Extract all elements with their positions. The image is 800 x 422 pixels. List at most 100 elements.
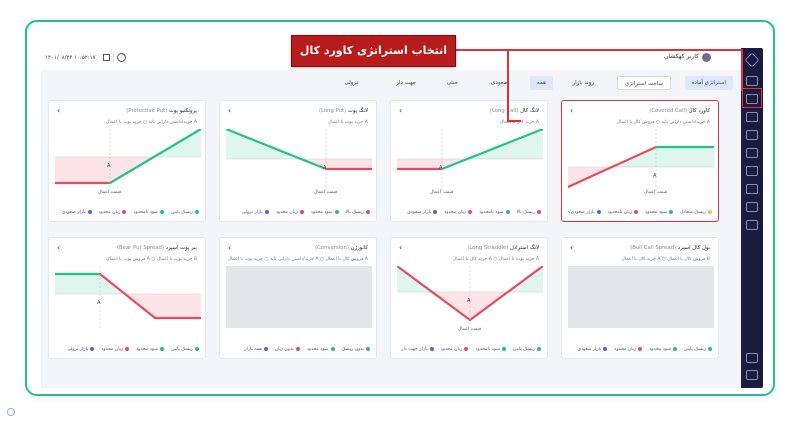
legend-item: بازار نزولی xyxy=(67,345,95,353)
chevron-left-icon[interactable]: ‹ xyxy=(228,243,231,252)
strategy-card[interactable]: ‹ (Bear Put Spread) بیر پوت اسپرد فروش پ… xyxy=(48,237,206,359)
sidebar-highlight xyxy=(742,88,762,108)
legend-dot-icon xyxy=(708,210,712,214)
payoff-chart: A قیمت اعمال xyxy=(397,266,543,332)
strategy-card[interactable]: ‹ (Conversion) کانورژن خرید/داشتن دارایی… xyxy=(219,237,377,359)
legend-item: سود محدود xyxy=(311,208,339,216)
user-name[interactable]: کاربر کهکشان xyxy=(664,53,699,60)
tab-build-strategy[interactable]: ساخت استراتژی xyxy=(616,76,671,90)
divider xyxy=(113,53,114,63)
callout-connector-sidebar xyxy=(741,49,743,91)
legend-item: زیان محدود xyxy=(99,208,127,216)
strategy-card[interactable]: ‹ (Covered Call) کاورد کال خرید/داشتن دا… xyxy=(561,100,719,222)
legend-item: سود محدود xyxy=(649,345,677,353)
legend-item: بدون زیان xyxy=(275,345,300,353)
document-icon[interactable] xyxy=(746,220,758,230)
legend-dot-icon xyxy=(159,347,164,351)
strike-label: A xyxy=(439,165,443,171)
legend-dot-icon xyxy=(159,210,164,214)
filter-neutral[interactable]: خنثی xyxy=(440,76,465,90)
legend-dot-icon xyxy=(334,210,339,214)
user-avatar-icon[interactable] xyxy=(702,53,711,62)
legend-dot-icon xyxy=(330,347,335,351)
apps-icon[interactable] xyxy=(746,148,758,158)
legend-item: زیان نامحدود xyxy=(608,208,639,216)
search-icon[interactable] xyxy=(117,53,126,62)
legend-item: سود نامحدود xyxy=(479,208,510,216)
market-trend-label: روند بازار xyxy=(572,80,594,86)
legend-dot-icon xyxy=(299,210,304,214)
chevron-left-icon[interactable]: ‹ xyxy=(570,243,573,252)
settings-icon[interactable] xyxy=(746,370,758,380)
legend-item: سود نامحدود xyxy=(133,208,164,216)
callout-connector-end xyxy=(507,120,521,122)
legend-item: ریسک پایین xyxy=(513,345,541,353)
chevron-left-icon[interactable]: ‹ xyxy=(570,106,573,115)
legend-dot-icon xyxy=(672,347,677,351)
strike-label: A xyxy=(653,173,657,179)
axis-label: قیمت اعمال xyxy=(98,190,121,195)
strategy-card[interactable]: ‹ (Long Put) لانگ پوت خرید پوت با اعمال … xyxy=(219,100,377,222)
legend-dot-icon xyxy=(87,210,92,214)
card-title: (Covered Call) کاورد کال xyxy=(649,108,710,114)
legend-dot-icon xyxy=(464,347,469,351)
legend-item: بازار جهت دار xyxy=(401,345,434,353)
legend-dot-icon xyxy=(603,347,608,351)
chevron-left-icon[interactable]: ‹ xyxy=(399,243,402,252)
chevron-left-icon[interactable]: ‹ xyxy=(57,243,60,252)
card-description: خرید کال با اعمال A ○ خرید پوت با اعمال … xyxy=(452,257,539,262)
legend-item: ریسک پایین xyxy=(171,208,199,216)
legend-item: ریسک بالا xyxy=(346,208,370,216)
star-icon[interactable] xyxy=(746,112,758,122)
legend-dot-icon xyxy=(668,210,673,214)
chevron-left-icon[interactable]: ‹ xyxy=(57,106,60,115)
payoff-chart: A قیمت اعمال xyxy=(568,129,714,195)
chevron-left-icon[interactable]: ‹ xyxy=(228,106,231,115)
strategy-card[interactable]: ‹ (Protective Put) پروتکتیو پوت خرید/داش… xyxy=(48,100,206,222)
strategy-card[interactable]: ‹ (Long Call) لانگ کال خرید کال با اعمال… xyxy=(390,100,548,222)
strike-label: A xyxy=(107,163,111,169)
legend-dot-icon xyxy=(537,210,541,214)
strategy-card[interactable]: ‹ (Bull Call Spread) بول کال اسپرد خرید … xyxy=(561,237,719,359)
legend-dot-icon xyxy=(195,210,199,214)
legend-dot-icon xyxy=(501,347,506,351)
axis-label: قیمت اعمال xyxy=(644,190,667,195)
datetime: ۱۴۰۱/۰۸/۲۴ ۱۰:۵۲:۱۷ xyxy=(45,55,96,61)
legend-dot-icon xyxy=(264,210,269,214)
card-title: (Long Call) لانگ کال xyxy=(489,108,539,114)
payoff-chart xyxy=(226,266,372,328)
legend-dot-icon xyxy=(429,347,434,351)
filter-bar: استراتژی آماده ساخت استراتژی روند بازار … xyxy=(47,73,733,93)
legend-item: زیان محدود xyxy=(101,345,130,353)
legend-item: همه بازار xyxy=(244,345,268,353)
card-legend: ریسک متعادل سود محدود زیان نامحدود بازار صع… xyxy=(568,208,712,216)
legend-dot-icon xyxy=(638,347,643,351)
card-legend: ریسک پایین سود نامحدود زیان محدود بازار صعو… xyxy=(55,208,199,216)
sidebar xyxy=(741,48,763,388)
filter-all[interactable]: همه xyxy=(529,76,553,90)
legend-item: زیان محدود xyxy=(276,208,304,216)
axis-label: قیمت اعمال xyxy=(314,190,337,195)
wallet-icon[interactable] xyxy=(746,166,758,176)
filter-bearish[interactable]: نزولی xyxy=(338,76,365,90)
tab-ready-strategy[interactable]: استراتژی آماده xyxy=(684,76,733,90)
user-add-icon[interactable] xyxy=(746,353,758,363)
strategy-card[interactable]: ‹ (Long Straddle) لانگ استرادل خرید کال … xyxy=(390,237,548,359)
legend-dot-icon xyxy=(90,347,95,351)
swap-icon[interactable] xyxy=(746,130,758,140)
filter-directional[interactable]: جهت دار xyxy=(389,76,423,90)
legend-dot-icon xyxy=(537,347,541,351)
filter-bullish[interactable]: صعودی xyxy=(484,76,515,90)
home-icon[interactable] xyxy=(746,76,758,86)
card-title: (Protective Put) پروتکتیو پوت xyxy=(126,108,197,114)
callout-connector-v xyxy=(507,49,509,121)
briefcase-icon[interactable] xyxy=(746,184,758,194)
legend-dot-icon xyxy=(122,210,127,214)
chevron-left-icon[interactable]: ‹ xyxy=(399,106,402,115)
users-icon[interactable] xyxy=(746,202,758,212)
payoff-chart: A قیمت اعمال xyxy=(397,129,543,195)
payoff-chart: A xyxy=(55,266,201,328)
grid-icon[interactable] xyxy=(103,54,110,61)
card-legend: ریسک پایین سود محدود زیان محدود بازار نزولی xyxy=(55,345,199,353)
card-description: خرید/داشتن دارایی پایه ○ خرید پوت با اعم… xyxy=(106,120,197,125)
